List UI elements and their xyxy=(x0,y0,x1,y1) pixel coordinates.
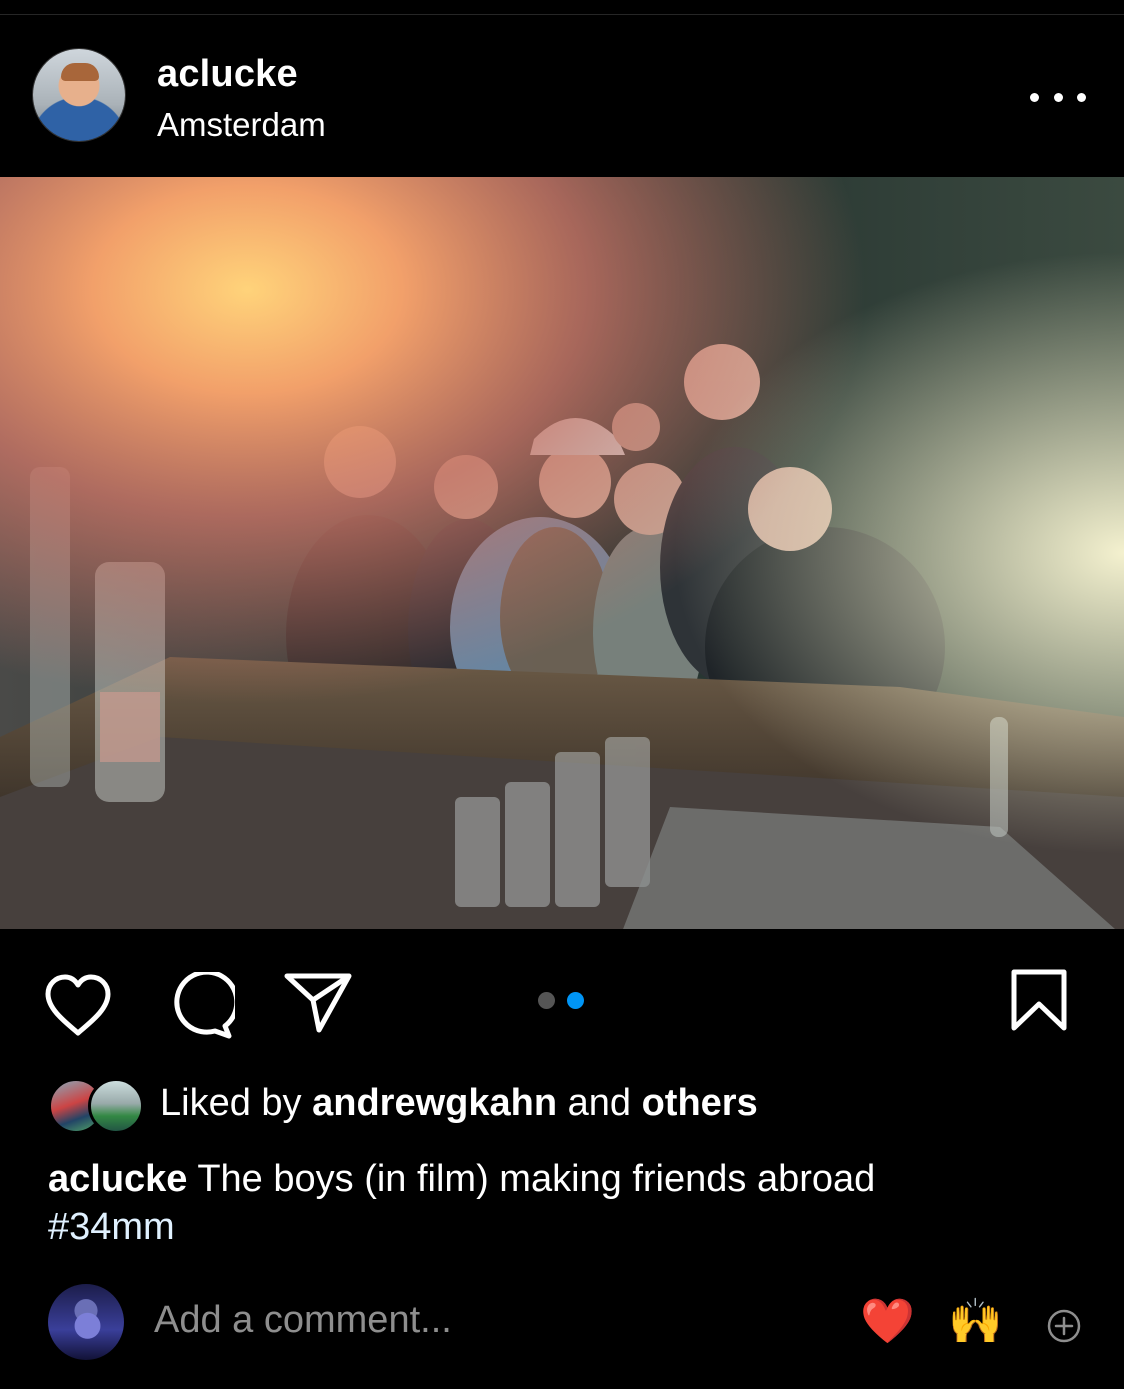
paper-plane-icon[interactable] xyxy=(283,970,355,1038)
first-liker-username[interactable]: andrewgkahn xyxy=(312,1082,557,1124)
caption-username[interactable]: aclucke xyxy=(48,1158,187,1200)
add-comment-row: ❤️ 🙌 xyxy=(48,1284,1098,1364)
comment-bubble-icon[interactable] xyxy=(163,972,235,1040)
author-username[interactable]: aclucke xyxy=(157,53,298,96)
likes-text: Liked by andrewgkahn and others xyxy=(160,1082,758,1125)
caption-text: The boys (in film) making friends abroad xyxy=(197,1158,876,1200)
quick-reaction-raised-hands[interactable]: 🙌 xyxy=(948,1296,1003,1348)
more-options-button[interactable] xyxy=(1030,77,1086,117)
likes-summary[interactable]: Liked by andrewgkahn and others xyxy=(48,1076,1098,1134)
quick-reaction-heart[interactable]: ❤️ xyxy=(860,1296,915,1348)
more-horizontal-icon xyxy=(1053,92,1063,102)
more-horizontal-icon xyxy=(1077,92,1086,102)
likes-conjunction: and xyxy=(567,1082,632,1124)
post-header: aclucke Amsterdam xyxy=(0,15,1124,177)
post-location[interactable]: Amsterdam xyxy=(157,106,326,144)
bookmark-icon[interactable] xyxy=(1008,968,1070,1034)
author-avatar[interactable] xyxy=(33,49,125,141)
likes-others-link[interactable]: others xyxy=(642,1082,758,1124)
carousel-dot-active xyxy=(567,992,584,1009)
carousel-dot xyxy=(538,992,555,1009)
carousel-indicator xyxy=(538,992,584,1009)
post-photo[interactable] xyxy=(0,177,1124,929)
post-caption: aclucke The boys (in film) making friend… xyxy=(48,1155,1088,1251)
post-actions xyxy=(0,960,1124,1040)
heart-icon[interactable] xyxy=(42,972,114,1038)
more-horizontal-icon xyxy=(1030,92,1039,102)
comment-input[interactable] xyxy=(152,1298,816,1343)
liker-avatar[interactable] xyxy=(88,1078,144,1134)
likes-prefix: Liked by xyxy=(160,1082,302,1124)
avatar-hair xyxy=(61,63,99,81)
photo-illustration xyxy=(0,177,1124,929)
caption-hashtag[interactable]: #34mm xyxy=(48,1203,1088,1251)
current-user-avatar xyxy=(48,1284,124,1360)
plus-circle-icon[interactable] xyxy=(1046,1308,1082,1344)
